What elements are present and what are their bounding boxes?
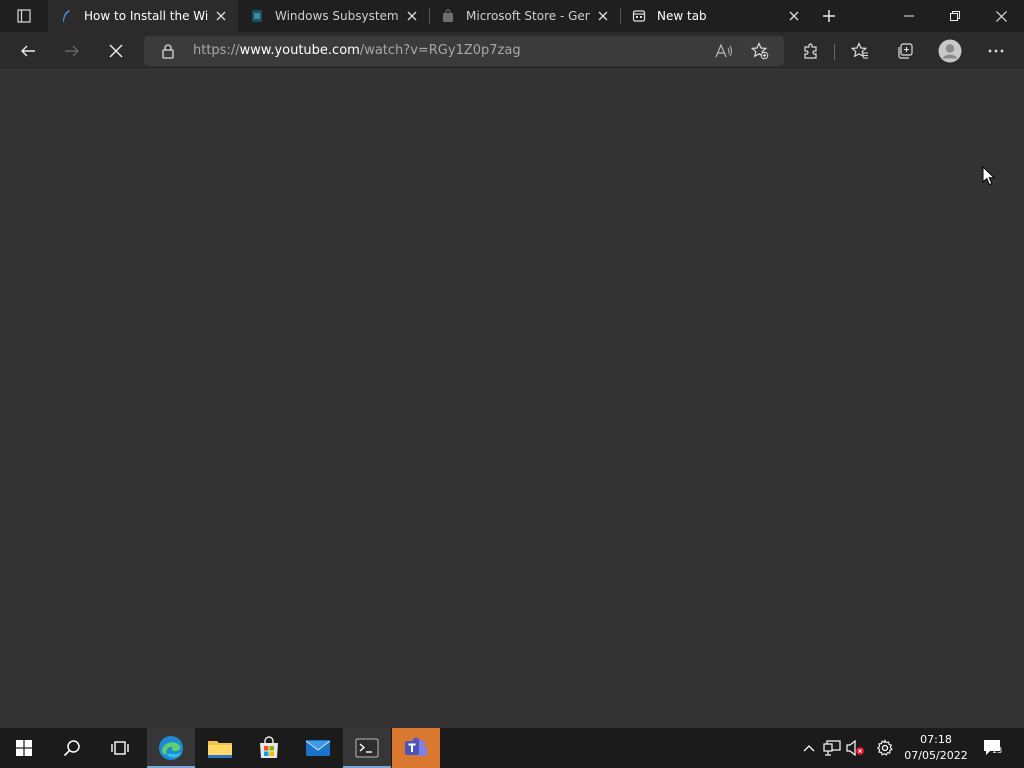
newtab-icon (631, 8, 647, 24)
arrow-left-icon (21, 45, 35, 57)
notification-count-badge: 13 (992, 746, 1003, 755)
url-prefix: https:// (193, 43, 240, 58)
tab-new-tab[interactable]: New tab (621, 0, 811, 32)
tab-actions-button[interactable] (10, 6, 38, 26)
url-path: /watch?v=RGy1Z0p7zag (359, 43, 521, 58)
tab-label: How to Install the Windows Subsystem for… (84, 9, 208, 23)
store-bag-icon (440, 8, 456, 24)
close-icon (995, 10, 1007, 22)
page-content[interactable] (0, 71, 1024, 728)
notification-center-button[interactable]: 13 (982, 738, 1006, 758)
tab-microsoft-store[interactable]: Microsoft Store - Generation Project (430, 0, 620, 32)
chevron-up-icon (803, 745, 815, 752)
lock-icon[interactable] (160, 43, 176, 59)
volume-status[interactable] (846, 738, 866, 758)
stop-x-icon (109, 44, 123, 58)
settings-tray[interactable] (875, 738, 895, 758)
task-view-icon (111, 741, 129, 755)
avatar (938, 39, 962, 63)
show-hidden-icons-button[interactable] (799, 738, 819, 758)
terminal-icon (355, 738, 379, 758)
tab-windows-subsystem[interactable]: Windows Subsystem for Android (239, 0, 429, 32)
store-icon (260, 736, 278, 758)
network-icon (823, 740, 841, 756)
url-text[interactable]: https://www.youtube.com/watch?v=RGy1Z0p7… (193, 43, 521, 58)
minimize-icon (904, 15, 914, 17)
mouse-cursor-icon (982, 166, 996, 186)
taskbar-mail[interactable] (294, 728, 342, 768)
search-icon (63, 740, 80, 757)
collections-button[interactable] (890, 36, 920, 66)
clock-date: 07/05/2022 (904, 749, 968, 762)
network-status[interactable] (822, 738, 842, 758)
tab-label: Windows Subsystem for Android (275, 9, 399, 23)
new-tab-button[interactable] (818, 5, 840, 27)
settings-more-button[interactable] (981, 36, 1011, 66)
taskbar: 07:18 07/05/2022 13 (0, 728, 1024, 768)
more-dots-icon (988, 49, 1004, 53)
extensions-button[interactable] (796, 36, 826, 66)
collections-icon (898, 43, 913, 59)
favorites-button[interactable] (845, 36, 875, 66)
taskbar-edge[interactable] (147, 728, 195, 768)
clock-time: 07:18 (920, 733, 952, 746)
task-view-button[interactable] (96, 728, 144, 768)
favorites-star-icon (851, 42, 868, 59)
tab-how-to-install[interactable]: How to Install the Windows Subsystem for… (48, 0, 238, 32)
windows-logo-icon (16, 740, 32, 756)
folder-icon (208, 741, 232, 758)
taskbar-microsoft-store[interactable] (245, 728, 293, 768)
back-button[interactable] (13, 36, 43, 66)
url-host: www.youtube.com (239, 43, 360, 58)
close-tab-icon[interactable] (405, 9, 419, 23)
search-button[interactable] (48, 728, 96, 768)
address-bar[interactable]: https://www.youtube.com/watch?v=RGy1Z0p7… (144, 36, 784, 66)
toolbar-divider (834, 44, 835, 60)
close-tab-icon[interactable] (787, 9, 801, 23)
taskbar-teams[interactable] (392, 728, 440, 768)
close-tab-icon[interactable] (596, 9, 610, 23)
volume-muted-icon (846, 740, 864, 756)
profile-button[interactable] (935, 36, 965, 66)
start-button[interactable] (0, 728, 48, 768)
gear-icon (876, 739, 893, 756)
taskbar-file-explorer[interactable] (196, 728, 244, 768)
taskbar-terminal[interactable] (343, 728, 391, 768)
forward-button[interactable] (57, 36, 87, 66)
system-clock[interactable]: 07:18 07/05/2022 (900, 732, 972, 764)
add-favorite-icon[interactable] (750, 41, 770, 61)
browser-toolbar: https://www.youtube.com/watch?v=RGy1Z0p7… (0, 32, 1024, 70)
restore-icon (950, 11, 960, 21)
tab-label: Microsoft Store - Generation Project (466, 9, 590, 23)
stop-loading-button[interactable] (101, 36, 131, 66)
quill-icon (58, 8, 74, 24)
restore-button[interactable] (932, 0, 978, 32)
teams-icon (405, 737, 427, 756)
mail-icon (305, 740, 331, 756)
edge-icon (159, 736, 183, 760)
puzzle-icon (804, 43, 817, 59)
close-tab-icon[interactable] (214, 9, 228, 23)
tab-actions-icon (17, 9, 31, 23)
minimize-button[interactable] (886, 0, 932, 32)
title-bar: How to Install the Windows Subsystem for… (0, 0, 1024, 32)
tab-label: New tab (657, 9, 707, 23)
wsa-icon (249, 8, 265, 24)
read-aloud-icon[interactable] (714, 41, 734, 61)
plus-icon (823, 10, 835, 22)
arrow-right-icon (65, 45, 79, 57)
close-window-button[interactable] (978, 0, 1024, 32)
